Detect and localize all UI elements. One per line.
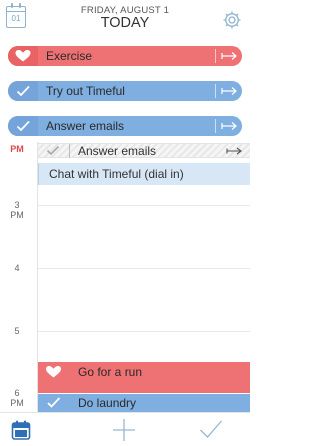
task-answer-emails[interactable]: Answer emails [8, 116, 242, 136]
event-go-for-a-run[interactable]: Go for a run [38, 362, 250, 393]
page-title: TODAY [100, 15, 150, 31]
schedule-arrow-icon[interactable] [221, 120, 239, 132]
add-icon[interactable] [112, 418, 136, 442]
check-icon[interactable] [8, 116, 38, 136]
event-answer-emails-completed[interactable]: Answer emails [38, 143, 250, 158]
schedule-arrow-icon[interactable] [221, 85, 239, 97]
event-do-laundry[interactable]: Do laundry [38, 394, 250, 412]
hour-label-4: 4 [14, 263, 20, 273]
header: 01 FRIDAY, AUGUST 1 TODAY [0, 0, 250, 38]
gear-icon[interactable] [222, 10, 242, 30]
task-label: Answer emails [46, 119, 125, 133]
check-icon[interactable] [38, 394, 69, 412]
schedule-arrow-icon[interactable] [226, 146, 244, 156]
current-time-marker: PM [10, 144, 24, 154]
schedule-arrow-icon[interactable] [221, 50, 239, 62]
event-chat-with-timeful[interactable]: Chat with Timeful (dial in) [38, 163, 250, 185]
check-icon[interactable] [8, 81, 38, 101]
task-exercise[interactable]: Exercise [8, 46, 242, 66]
hour-label-6: 6 PM [10, 388, 24, 408]
event-label: Go for a run [78, 365, 143, 379]
checkmark-icon[interactable] [199, 419, 223, 441]
event-label: Do laundry [78, 396, 137, 410]
hour-label-5: 5 [14, 326, 20, 336]
check-icon[interactable] [46, 145, 60, 156]
task-label: Try out Timeful [46, 84, 125, 98]
task-try-out-timeful[interactable]: Try out Timeful [8, 81, 242, 101]
hour-label-3: 3 PM [10, 200, 24, 220]
day-timeline[interactable]: PM 3 PM 4 5 6 PM Answer emails Chat with T… [0, 142, 250, 412]
bottom-toolbar [0, 412, 250, 446]
heart-icon[interactable] [8, 46, 38, 66]
calendar-icon[interactable] [10, 419, 32, 441]
event-label: Chat with Timeful (dial in) [49, 167, 184, 181]
event-label: Answer emails [78, 144, 157, 158]
heart-icon[interactable] [38, 362, 69, 393]
task-label: Exercise [46, 49, 93, 63]
